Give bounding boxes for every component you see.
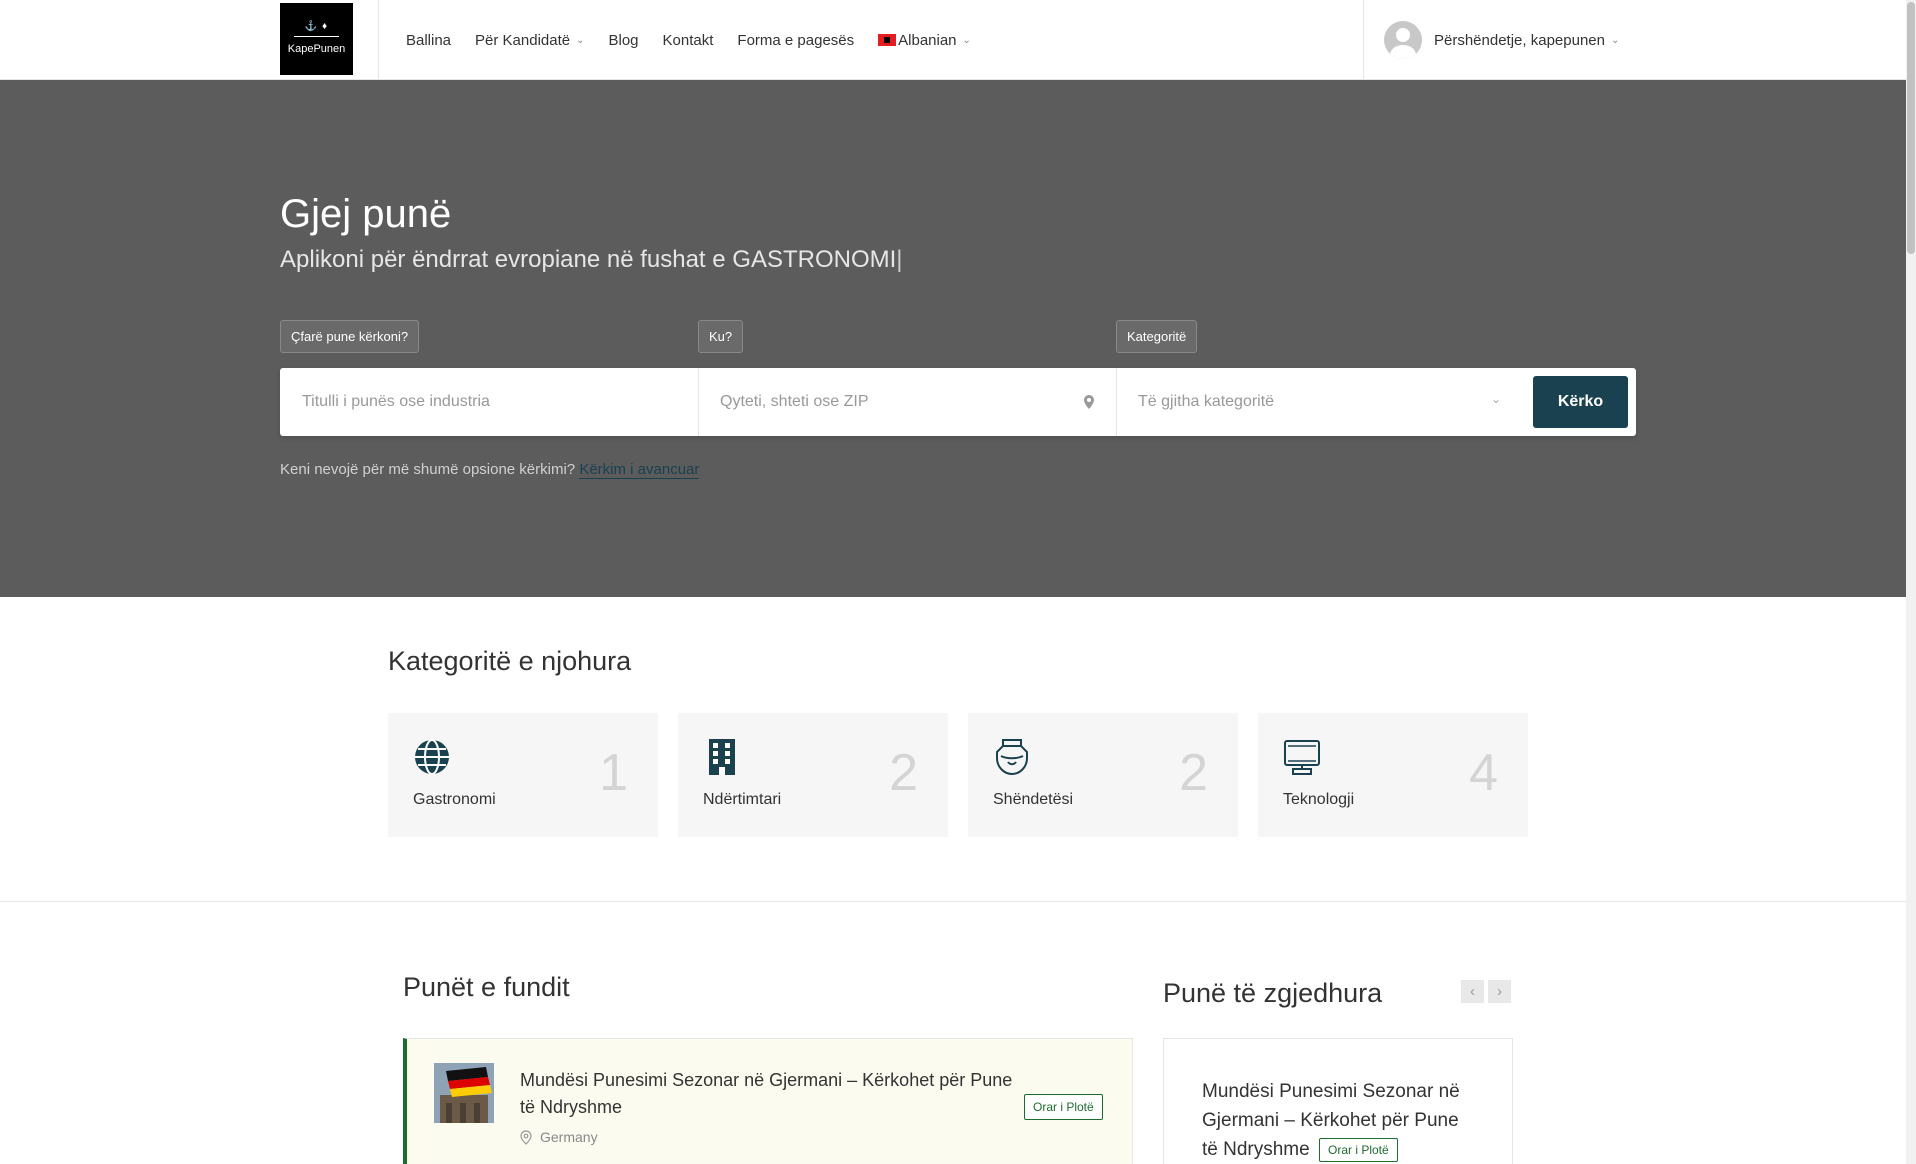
job-type-badge: Orar i Plotë: [1024, 1094, 1103, 1120]
advanced-search-prompt: Keni nevojë për më shumë opsione kërkimi…: [280, 461, 576, 478]
map-pin-icon: [520, 1129, 532, 1145]
globe-icon: [415, 739, 449, 775]
nav-item-label: Kontakt: [662, 31, 714, 49]
job-title[interactable]: Mundësi Punesimi Sezonar në Gjermani – K…: [520, 1067, 1020, 1121]
category-count: 1: [599, 744, 628, 802]
featured-jobs-title: Punë të zgjedhura: [1163, 978, 1383, 1008]
carousel-prev-button[interactable]: ‹: [1461, 980, 1484, 1003]
nav-item-payment-form[interactable]: Forma e pagesës: [737, 32, 854, 49]
categories-title: Kategoritë e njohura: [388, 646, 632, 676]
user-menu[interactable]: Përshëndetje, kapepunen ⌄: [1384, 20, 1619, 60]
hero-subtitle: Aplikoni për ëndrrat evropiane në fushat…: [280, 246, 903, 274]
nav-item-label: Ballina: [406, 31, 452, 49]
chevron-down-icon: ⌄: [1610, 34, 1620, 46]
featured-job-title[interactable]: Mundësi Punesimi Sezonar në Gjermani – K…: [1202, 1077, 1472, 1164]
header-divider: [1363, 0, 1364, 80]
category-select[interactable]: Të gjitha kategoritë ⌄: [1116, 368, 1523, 436]
scrollbar-thumb[interactable]: [1907, 2, 1915, 254]
germany-flag-image: [434, 1063, 494, 1123]
hero-section: Gjej punë Aplikoni për ëndrrat evropiane…: [0, 80, 1916, 597]
category-card-gastronomi[interactable]: Gastronomi 1: [388, 713, 658, 837]
job-thumbnail: [434, 1063, 494, 1123]
hero-subtitle-text: Aplikoni për ëndrrat evropiane në fushat…: [280, 246, 897, 273]
site-header: ⚓ ♦ KapePunen Ballina Për Kandidatë ⌄ Bl…: [0, 0, 1916, 80]
carousel-next-button[interactable]: ›: [1488, 980, 1511, 1003]
avatar: [1384, 21, 1422, 59]
recent-jobs-title: Punët e fundit: [403, 972, 570, 1002]
category-count: 2: [1179, 744, 1208, 802]
label-what: Çfarë pune kërkoni?: [280, 320, 420, 353]
logo-text: KapePunen: [287, 43, 346, 55]
typing-caret: |: [896, 246, 903, 273]
header-divider: [378, 0, 379, 80]
nav-item-label: Për Kandidatë: [475, 31, 571, 49]
category-select-value: Të gjitha kategoritë: [1138, 393, 1275, 410]
language-label: Albanian: [898, 31, 957, 49]
category-name: Shëndetësi: [993, 791, 1074, 808]
category-name: Ndërtimtari: [703, 791, 782, 808]
category-card-shendetesi[interactable]: Shëndetësi 2: [968, 713, 1238, 837]
category-count: 4: [1469, 744, 1498, 802]
map-pin-icon: [1084, 395, 1094, 409]
job-card[interactable]: Mundësi Punesimi Sezonar në Gjermani – K…: [403, 1038, 1133, 1164]
search-button[interactable]: Kërko: [1533, 376, 1628, 428]
logo-divider: [294, 36, 339, 37]
category-name: Teknologji: [1283, 791, 1355, 808]
featured-job-card[interactable]: Mundësi Punesimi Sezonar në Gjermani – K…: [1163, 1038, 1513, 1164]
category-count: 2: [889, 744, 918, 802]
job-location-text: Germany: [540, 1129, 598, 1145]
health-icon: [996, 739, 1028, 776]
chevron-down-icon: ⌄: [1490, 392, 1501, 406]
job-location: Germany: [520, 1129, 598, 1145]
category-card-ndertimtari[interactable]: Ndërtimtari 2: [678, 713, 948, 837]
nav-item-blog[interactable]: Blog: [609, 32, 639, 49]
category-card-teknologji[interactable]: Teknologji 4: [1258, 713, 1528, 837]
label-where: Ku?: [698, 320, 744, 353]
nav-item-home[interactable]: Ballina: [406, 32, 451, 49]
category-name: Gastronomi: [413, 791, 496, 808]
albania-flag-icon: [878, 34, 897, 46]
building-icon: [709, 739, 735, 775]
nav-item-candidates[interactable]: Për Kandidatë ⌄: [475, 32, 584, 49]
location-placeholder: Qyteti, shteti ose ZIP: [720, 393, 869, 410]
advanced-search-row: Keni nevojë për më shumë opsione kërkimi…: [280, 461, 700, 479]
nav-item-label: Blog: [608, 31, 639, 49]
main-nav: Ballina Për Kandidatë ⌄ Blog Kontakt For…: [406, 0, 995, 80]
section-divider: [0, 901, 1916, 902]
nav-item-contact[interactable]: Kontakt: [663, 32, 714, 49]
logo-glyph: ⚓ ♦: [304, 21, 329, 32]
advanced-search-link[interactable]: Kërkim i avancuar: [579, 461, 700, 479]
location-input[interactable]: Qyteti, shteti ose ZIP: [698, 368, 1116, 436]
keyword-placeholder: Titulli i punës ose industria: [302, 393, 490, 410]
job-type-badge: Orar i Plotë: [1318, 1137, 1398, 1162]
search-bar: Titulli i punës ose industria Qyteti, sh…: [280, 368, 1636, 436]
page-scrollbar[interactable]: [1906, 0, 1916, 1164]
language-selector[interactable]: Albanian ⌄: [878, 32, 971, 49]
user-greeting: Përshëndetje, kapepunen: [1434, 31, 1605, 49]
site-logo[interactable]: ⚓ ♦ KapePunen: [280, 3, 353, 75]
label-category: Kategoritë: [1116, 320, 1198, 353]
page-title: Gjej punë: [280, 192, 452, 236]
keyword-input[interactable]: Titulli i punës ose industria: [280, 368, 698, 436]
computer-icon: [1284, 740, 1320, 775]
nav-item-label: Forma e pagesës: [737, 31, 855, 49]
chevron-down-icon: ⌄: [576, 34, 585, 46]
chevron-down-icon: ⌄: [962, 34, 971, 46]
